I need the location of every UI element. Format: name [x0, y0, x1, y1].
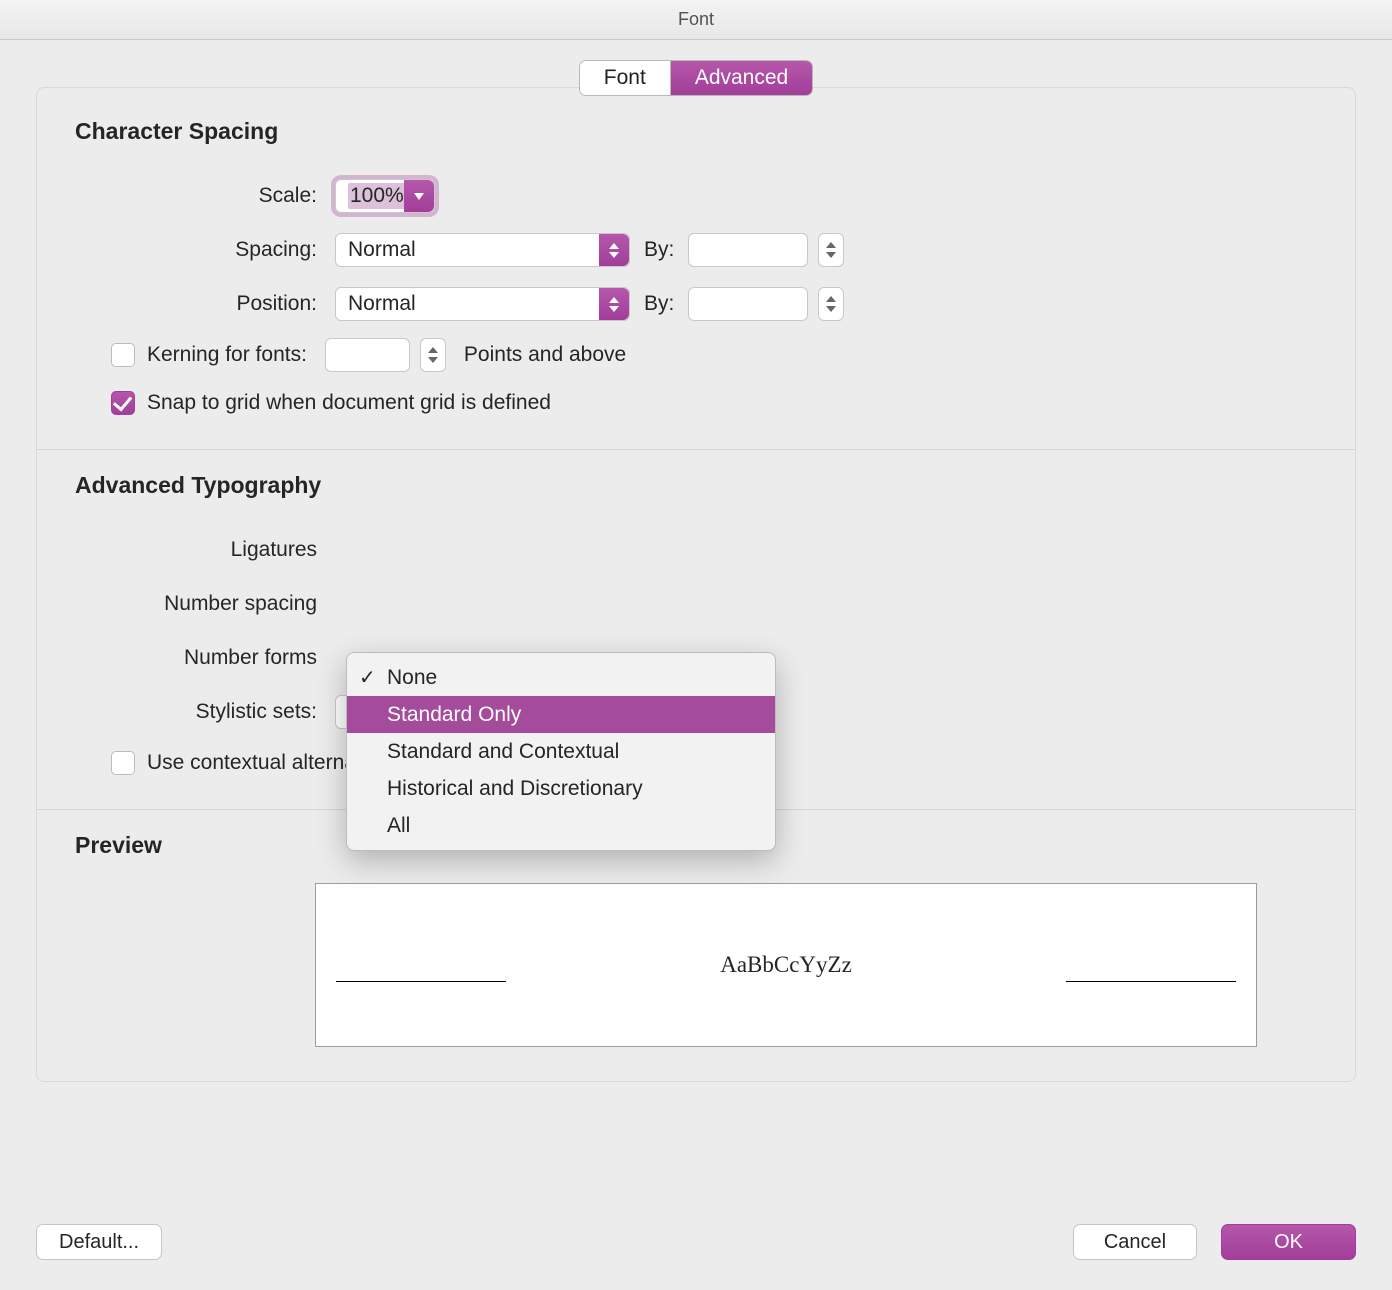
ligatures-option-label: None [387, 666, 437, 690]
ligatures-dropdown-menu[interactable]: ✓ None Standard Only Standard and Contextua… [346, 652, 776, 851]
position-by-label: By: [644, 292, 674, 316]
spacing-by-input[interactable] [688, 233, 808, 267]
tab-font[interactable]: Font [580, 61, 670, 95]
number-spacing-label: Number spacing [75, 592, 335, 616]
spacing-label: Spacing: [75, 238, 335, 262]
chevron-down-icon [404, 180, 434, 212]
snap-to-grid-label: Snap to grid when document grid is defin… [147, 391, 551, 415]
kerning-checkbox[interactable] [111, 343, 135, 367]
preview-underline-left [336, 981, 506, 982]
advanced-typography-heading: Advanced Typography [75, 472, 1317, 499]
divider [37, 449, 1355, 450]
number-forms-label: Number forms [75, 646, 335, 670]
preview-box: AaBbCcYyZz [315, 883, 1257, 1047]
content-area: Font Advanced Character Spacing Scale: 1… [0, 40, 1392, 1082]
default-button[interactable]: Default... [36, 1224, 162, 1260]
check-icon: ✓ [359, 665, 376, 690]
ligatures-option-label: Standard and Contextual [387, 740, 619, 764]
spacing-by-stepper[interactable] [818, 233, 844, 267]
tab-advanced[interactable]: Advanced [670, 61, 812, 95]
chevrons-icon [599, 234, 629, 266]
chevrons-icon [599, 288, 629, 320]
scale-combo[interactable]: 100% [335, 179, 435, 213]
cancel-button[interactable]: Cancel [1073, 1224, 1197, 1260]
position-value: Normal [348, 292, 416, 316]
ligatures-option[interactable]: Standard and Contextual [347, 733, 775, 770]
ligatures-label: Ligatures [75, 538, 335, 562]
ligatures-option-label: All [387, 814, 410, 838]
preview-sample-text: AaBbCcYyZz [720, 952, 852, 978]
window-title: Font [678, 9, 714, 30]
position-by-input[interactable] [688, 287, 808, 321]
kerning-input[interactable] [325, 338, 410, 372]
ok-button[interactable]: OK [1221, 1224, 1356, 1260]
kerning-suffix: Points and above [464, 343, 626, 367]
scale-value: 100% [348, 183, 406, 209]
ligatures-option[interactable]: Standard Only [347, 696, 775, 733]
ligatures-option[interactable]: ✓ None [347, 659, 775, 696]
ligatures-option[interactable]: All [347, 807, 775, 844]
position-by-stepper[interactable] [818, 287, 844, 321]
snap-to-grid-checkbox[interactable] [111, 391, 135, 415]
spacing-combo[interactable]: Normal [335, 233, 630, 267]
title-bar: Font [0, 0, 1392, 40]
advanced-panel: Character Spacing Scale: 100% Spacing: N… [36, 87, 1356, 1082]
dialog-footer: Default... Cancel OK [0, 1224, 1392, 1260]
ligatures-option[interactable]: Historical and Discretionary [347, 770, 775, 807]
kerning-label: Kerning for fonts: [147, 343, 307, 367]
ligatures-option-label: Standard Only [387, 703, 521, 727]
preview-underline-right [1066, 981, 1236, 982]
spacing-by-label: By: [644, 238, 674, 262]
spacing-value: Normal [348, 238, 416, 262]
kerning-stepper[interactable] [420, 338, 446, 372]
character-spacing-heading: Character Spacing [75, 118, 1317, 145]
position-combo[interactable]: Normal [335, 287, 630, 321]
position-label: Position: [75, 292, 335, 316]
scale-label: Scale: [75, 184, 335, 208]
contextual-alternatives-checkbox[interactable] [111, 751, 135, 775]
ligatures-option-label: Historical and Discretionary [387, 777, 643, 801]
stylistic-sets-label: Stylistic sets: [75, 700, 335, 724]
